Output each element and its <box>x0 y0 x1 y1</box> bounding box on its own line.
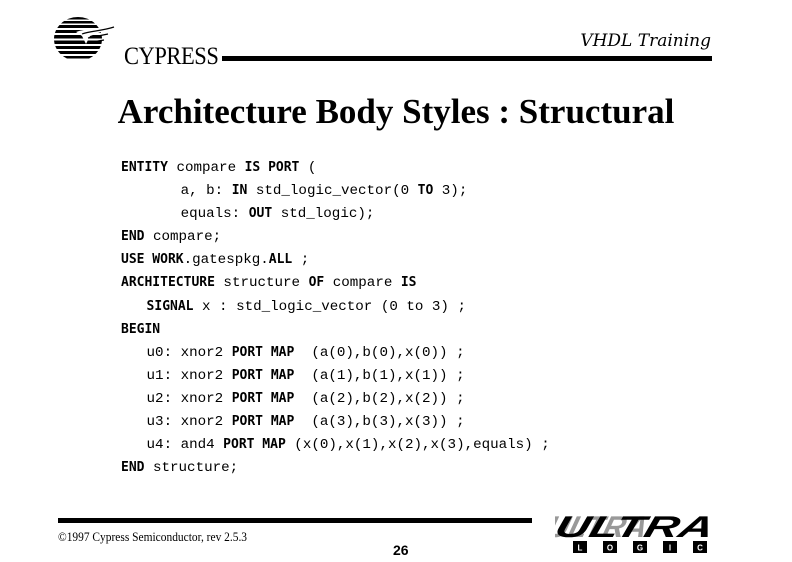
code-text: compare <box>324 275 401 292</box>
code-line: END structure; <box>121 456 550 479</box>
code-line: u4: and4 PORT MAP (x(0),x(1),x(2),x(3),e… <box>121 433 550 456</box>
code-keyword: ENTITY <box>121 160 168 175</box>
code-line: equals: OUT std_logic); <box>121 202 550 225</box>
code-text: 3); <box>433 183 468 200</box>
code-text: compare <box>167 160 245 176</box>
code-keyword: OUT <box>248 206 273 222</box>
cypress-logo: CYPRESS <box>52 14 222 70</box>
code-keyword: PORT MAP <box>231 367 295 383</box>
code-keyword: SIGNAL <box>146 298 194 314</box>
code-text: structure; <box>144 460 239 477</box>
logic-letter: O <box>607 544 613 553</box>
code-text: u3: xnor2 <box>121 414 232 431</box>
code-keyword: IS PORT <box>244 160 300 175</box>
code-line: a, b: IN std_logic_vector(0 TO 3); <box>121 179 550 202</box>
code-line: u3: xnor2 PORT MAP (a(3),b(3),x(3)) ; <box>121 410 550 433</box>
code-text: (a(1),b(1),x(1)) ; <box>294 367 465 384</box>
code-line: u1: xnor2 PORT MAP (a(1),b(1),x(1)) ; <box>121 364 550 387</box>
copyright-notice: ©1997 Cypress Semiconductor, rev 2.5.3 <box>58 529 248 544</box>
slide-title: Architecture Body Styles : Structural <box>117 92 675 131</box>
code-line: u2: xnor2 PORT MAP (a(2),b(2),x(2)) ; <box>121 387 550 410</box>
code-line: USE WORK.gatespkg.ALL ; <box>121 248 550 271</box>
ultra-logic-logo: ULTRA ULTRA LOGIC <box>555 515 718 553</box>
code-text: u2: xnor2 <box>121 390 232 407</box>
code-keyword: IS <box>400 275 417 291</box>
code-line: SIGNAL x : std_logic_vector (0 to 3) ; <box>121 295 550 318</box>
logic-letter: I <box>669 544 671 553</box>
ultra-logo-text: ULTRA <box>555 515 718 544</box>
code-keyword: BEGIN <box>121 321 161 337</box>
code-keyword: PORT MAP <box>231 414 295 430</box>
code-text: ; <box>292 252 310 269</box>
code-keyword: IN <box>231 183 248 199</box>
code-keyword: PORT MAP <box>223 437 286 453</box>
code-text: (a(2),b(2),x(2)) ; <box>294 390 465 407</box>
course-title: VHDL Training <box>580 31 711 51</box>
code-keyword: ARCHITECTURE <box>121 275 215 291</box>
code-text: structure <box>214 275 309 292</box>
code-keyword: PORT MAP <box>231 344 295 360</box>
code-line: ARCHITECTURE structure OF compare IS <box>121 271 550 294</box>
code-line: END compare; <box>121 225 550 248</box>
code-keyword: END <box>121 229 145 245</box>
code-keyword: OF <box>308 275 325 291</box>
code-line: BEGIN <box>121 318 550 341</box>
footer-divider <box>58 518 532 523</box>
code-text: std_logic_vector(0 <box>247 183 418 200</box>
code-text: u4: and4 <box>121 437 224 454</box>
code-keyword: PORT MAP <box>231 390 295 406</box>
code-text: (a(0),b(0),x(0)) ; <box>294 344 465 361</box>
code-text: ( <box>299 160 317 176</box>
code-text: .gatespkg. <box>183 252 269 269</box>
code-keyword: USE WORK <box>121 252 184 268</box>
code-text: compare; <box>144 229 222 246</box>
code-keyword: ALL <box>268 252 293 268</box>
code-keyword: END <box>121 460 145 476</box>
code-text: (x(0),x(1),x(2),x(3),equals) ; <box>285 437 550 454</box>
code-text: x : std_logic_vector (0 to 3) ; <box>193 298 466 315</box>
code-text: u0: xnor2 <box>121 344 232 361</box>
code-text: u1: xnor2 <box>121 367 232 384</box>
logic-letter: L <box>578 544 583 553</box>
page-number: 26 <box>393 542 409 558</box>
header-divider <box>222 56 712 61</box>
code-text: a, b: <box>121 183 232 200</box>
code-text: std_logic); <box>272 206 375 223</box>
code-keyword: TO <box>417 183 434 199</box>
code-line: ENTITY compare IS PORT ( <box>121 156 550 179</box>
logic-letter: C <box>697 544 703 553</box>
cypress-globe-icon <box>54 17 118 59</box>
logo-text: CYPRESS <box>124 43 219 70</box>
vhdl-code-block: ENTITY compare IS PORT ( a, b: IN std_lo… <box>121 156 550 479</box>
code-line: u0: xnor2 PORT MAP (a(0),b(0),x(0)) ; <box>121 341 550 364</box>
code-text: (a(3),b(3),x(3)) ; <box>294 414 465 431</box>
logic-letter: G <box>637 544 643 553</box>
code-text: equals: <box>121 206 249 223</box>
